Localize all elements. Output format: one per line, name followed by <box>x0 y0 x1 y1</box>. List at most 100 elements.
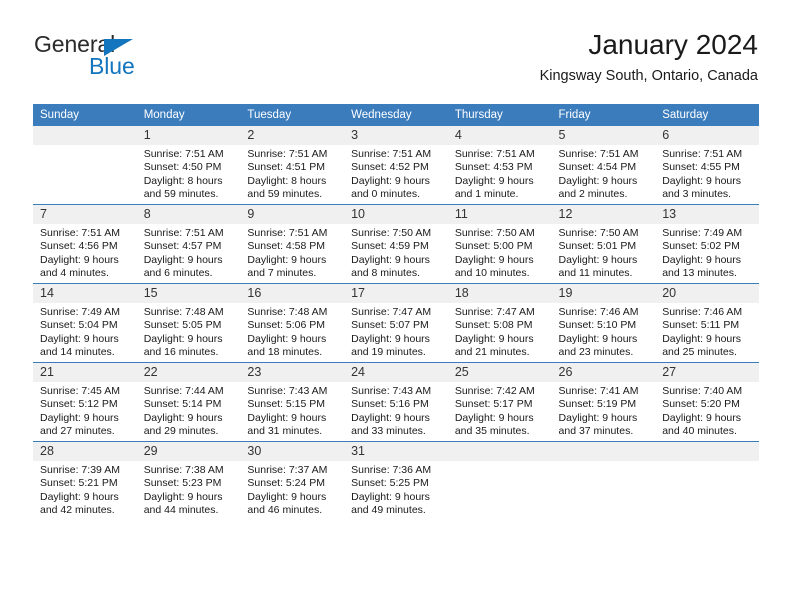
calendar-day-cell[interactable]: 6 Sunrise: 7:51 AM Sunset: 4:55 PM Daylight… <box>655 126 759 205</box>
calendar-day-cell[interactable]: 27 Sunrise: 7:40 AM Sunset: 5:20 PM Dayligh… <box>655 362 759 442</box>
daylight-duration-line-1: Daylight: 9 hours <box>662 411 742 424</box>
sunrise-time: Sunrise: 7:40 AM <box>662 385 743 397</box>
day-number: 27 <box>655 363 759 382</box>
day-number: 24 <box>344 363 448 382</box>
calendar-day-cell[interactable]: 1 Sunrise: 7:51 AM Sunset: 4:50 PM Daylight… <box>136 126 241 205</box>
calendar-day-cell[interactable]: 5 Sunrise: 7:51 AM Sunset: 4:54 PM Daylight… <box>551 126 656 205</box>
daylight-duration-line-2: and 13 minutes. <box>662 267 737 280</box>
sunset-time: Sunset: 4:52 PM <box>351 161 429 174</box>
calendar-day-cell[interactable]: 14 Sunrise: 7:49 AM Sunset: 5:04 PM Dayligh… <box>33 283 137 363</box>
calendar-day-cell[interactable]: 8 Sunrise: 7:51 AM Sunset: 4:57 PM Daylight… <box>136 204 241 284</box>
sunset-time: Sunset: 4:54 PM <box>558 161 637 174</box>
sunset-time: Sunset: 5:06 PM <box>247 319 326 332</box>
calendar-day-cell[interactable]: 28 Sunrise: 7:39 AM Sunset: 5:21 PM Dayligh… <box>33 441 137 520</box>
day-number <box>33 126 137 145</box>
daylight-duration-line-2: and 16 minutes. <box>143 346 219 359</box>
calendar-day-cell[interactable]: 9 Sunrise: 7:51 AM Sunset: 4:58 PM Daylight… <box>240 204 345 284</box>
sunset-time: Sunset: 5:20 PM <box>662 398 740 411</box>
calendar-day-cell[interactable]: 17 Sunrise: 7:47 AM Sunset: 5:07 PM Dayligh… <box>344 283 448 363</box>
calendar-day-cell[interactable]: 2 Sunrise: 7:51 AM Sunset: 4:51 PM Daylight… <box>240 126 345 205</box>
day-details: Sunrise: 7:51 AM Sunset: 4:56 PM Daylight:… <box>33 224 137 281</box>
sunset-time: Sunset: 5:04 PM <box>40 319 118 332</box>
day-details: Sunrise: 7:39 AM Sunset: 5:21 PM Daylight:… <box>33 461 137 518</box>
daylight-duration-line-1: Daylight: 9 hours <box>662 174 742 187</box>
calendar-day-cell[interactable]: 11 Sunrise: 7:50 AM Sunset: 5:00 PM Dayligh… <box>447 204 552 284</box>
calendar-body: 1 Sunrise: 7:51 AM Sunset: 4:50 PM Daylight… <box>33 126 759 520</box>
calendar-day-cell[interactable]: 10 Sunrise: 7:50 AM Sunset: 4:59 PM Dayligh… <box>344 204 448 284</box>
day-details: Sunrise: 7:43 AM Sunset: 5:16 PM Daylight:… <box>344 382 448 439</box>
day-details: Sunrise: 7:45 AM Sunset: 5:12 PM Daylight:… <box>33 382 137 439</box>
calendar-day-cell[interactable]: 16 Sunrise: 7:48 AM Sunset: 5:06 PM Dayligh… <box>240 283 345 363</box>
sunset-time: Sunset: 5:17 PM <box>454 398 533 411</box>
day-number: 22 <box>136 363 241 382</box>
calendar-day-cell[interactable]: 3 Sunrise: 7:51 AM Sunset: 4:52 PM Daylight… <box>344 126 448 205</box>
day-details: Sunrise: 7:46 AM Sunset: 5:11 PM Daylight:… <box>655 303 759 360</box>
calendar-day-cell[interactable]: 4 Sunrise: 7:51 AM Sunset: 4:53 PM Daylight… <box>447 126 552 205</box>
calendar-day-cell[interactable]: 31 Sunrise: 7:36 AM Sunset: 5:25 PM Dayligh… <box>344 441 448 520</box>
sunrise-time: Sunrise: 7:46 AM <box>558 306 639 318</box>
day-number: 11 <box>447 205 552 224</box>
calendar-day-cell[interactable]: 22 Sunrise: 7:44 AM Sunset: 5:14 PM Dayligh… <box>136 362 241 442</box>
weekday-header-thursday: Thursday <box>447 104 552 126</box>
calendar-day-cell-empty <box>33 126 137 205</box>
sunrise-time: Sunrise: 7:36 AM <box>351 464 432 476</box>
day-number: 4 <box>447 126 552 145</box>
sunrise-time: Sunrise: 7:47 AM <box>454 306 535 318</box>
calendar-day-cell[interactable]: 15 Sunrise: 7:48 AM Sunset: 5:05 PM Dayligh… <box>136 283 241 363</box>
calendar-header-row: Sunday Monday Tuesday Wednesday Thursday… <box>33 104 759 126</box>
title-block: January 2024 Kingsway South, Ontario, Ca… <box>540 28 758 87</box>
calendar-day-cell[interactable]: 26 Sunrise: 7:41 AM Sunset: 5:19 PM Dayligh… <box>551 362 656 442</box>
day-details: Sunrise: 7:43 AM Sunset: 5:15 PM Daylight:… <box>240 382 344 439</box>
calendar-week-row: 1 Sunrise: 7:51 AM Sunset: 4:50 PM Daylight… <box>33 126 759 205</box>
calendar-day-cell[interactable]: 29 Sunrise: 7:38 AM Sunset: 5:23 PM Dayligh… <box>136 441 241 520</box>
day-details: Sunrise: 7:51 AM Sunset: 4:50 PM Daylight:… <box>137 145 241 202</box>
daylight-duration-line-2: and 40 minutes. <box>662 425 737 438</box>
day-details: Sunrise: 7:51 AM Sunset: 4:57 PM Daylight:… <box>137 224 241 281</box>
day-number: 3 <box>344 126 448 145</box>
calendar-day-cell[interactable]: 21 Sunrise: 7:45 AM Sunset: 5:12 PM Dayligh… <box>33 362 137 442</box>
daylight-duration-line-1: Daylight: 9 hours <box>558 332 638 345</box>
day-details: Sunrise: 7:38 AM Sunset: 5:23 PM Daylight:… <box>137 461 241 518</box>
day-details: Sunrise: 7:50 AM Sunset: 5:01 PM Daylight:… <box>552 224 656 281</box>
calendar-day-cell[interactable]: 25 Sunrise: 7:42 AM Sunset: 5:17 PM Dayligh… <box>447 362 552 442</box>
daylight-duration-line-1: Daylight: 9 hours <box>662 253 742 266</box>
sunset-time: Sunset: 4:58 PM <box>247 240 326 253</box>
calendar-day-cell[interactable]: 23 Sunrise: 7:43 AM Sunset: 5:15 PM Dayligh… <box>240 362 345 442</box>
calendar-day-cell[interactable]: 19 Sunrise: 7:46 AM Sunset: 5:10 PM Dayligh… <box>551 283 656 363</box>
calendar-day-cell[interactable]: 7 Sunrise: 7:51 AM Sunset: 4:56 PM Daylight… <box>33 204 137 284</box>
daylight-duration-line-2: and 4 minutes. <box>40 267 109 280</box>
daylight-duration-line-1: Daylight: 9 hours <box>662 332 742 345</box>
page-header: General Blue January 2024 Kingsway South… <box>0 0 792 100</box>
sunset-time: Sunset: 5:21 PM <box>40 477 118 490</box>
day-details: Sunrise: 7:41 AM Sunset: 5:19 PM Daylight:… <box>552 382 656 439</box>
sunset-time: Sunset: 5:07 PM <box>351 319 429 332</box>
sunrise-time: Sunrise: 7:49 AM <box>40 306 120 318</box>
daylight-duration-line-1: Daylight: 9 hours <box>454 253 534 266</box>
daylight-duration-line-2: and 18 minutes. <box>247 346 323 359</box>
sunrise-time: Sunrise: 7:51 AM <box>40 227 120 239</box>
day-details: Sunrise: 7:49 AM Sunset: 5:04 PM Daylight:… <box>33 303 137 360</box>
daylight-duration-line-2: and 49 minutes. <box>351 504 426 517</box>
calendar-day-cell[interactable]: 12 Sunrise: 7:50 AM Sunset: 5:01 PM Dayligh… <box>551 204 656 284</box>
calendar-day-cell[interactable]: 20 Sunrise: 7:46 AM Sunset: 5:11 PM Dayligh… <box>655 283 759 363</box>
day-details: Sunrise: 7:47 AM Sunset: 5:07 PM Daylight:… <box>344 303 448 360</box>
sunset-time: Sunset: 4:53 PM <box>454 161 533 174</box>
calendar-day-cell[interactable]: 30 Sunrise: 7:37 AM Sunset: 5:24 PM Dayligh… <box>240 441 345 520</box>
calendar-day-cell[interactable]: 24 Sunrise: 7:43 AM Sunset: 5:16 PM Dayligh… <box>344 362 448 442</box>
day-number: 29 <box>136 442 241 461</box>
calendar-day-cell[interactable]: 18 Sunrise: 7:47 AM Sunset: 5:08 PM Dayligh… <box>447 283 552 363</box>
day-number: 15 <box>136 284 241 303</box>
calendar-day-cell[interactable]: 13 Sunrise: 7:49 AM Sunset: 5:02 PM Dayligh… <box>655 204 759 284</box>
sunrise-time: Sunrise: 7:47 AM <box>351 306 432 318</box>
day-number: 31 <box>344 442 448 461</box>
weekday-header-tuesday: Tuesday <box>240 104 345 126</box>
daylight-duration-line-2: and 31 minutes. <box>247 425 323 438</box>
day-details: Sunrise: 7:51 AM Sunset: 4:55 PM Daylight:… <box>655 145 759 202</box>
sunset-time: Sunset: 5:12 PM <box>40 398 118 411</box>
day-details: Sunrise: 7:48 AM Sunset: 5:06 PM Daylight:… <box>240 303 344 360</box>
weekday-header-monday: Monday <box>136 104 241 126</box>
sunrise-time: Sunrise: 7:51 AM <box>662 148 743 160</box>
daylight-duration-line-2: and 6 minutes. <box>143 267 213 280</box>
day-details: Sunrise: 7:49 AM Sunset: 5:02 PM Daylight:… <box>655 224 759 281</box>
daylight-duration-line-1: Daylight: 9 hours <box>351 490 430 503</box>
